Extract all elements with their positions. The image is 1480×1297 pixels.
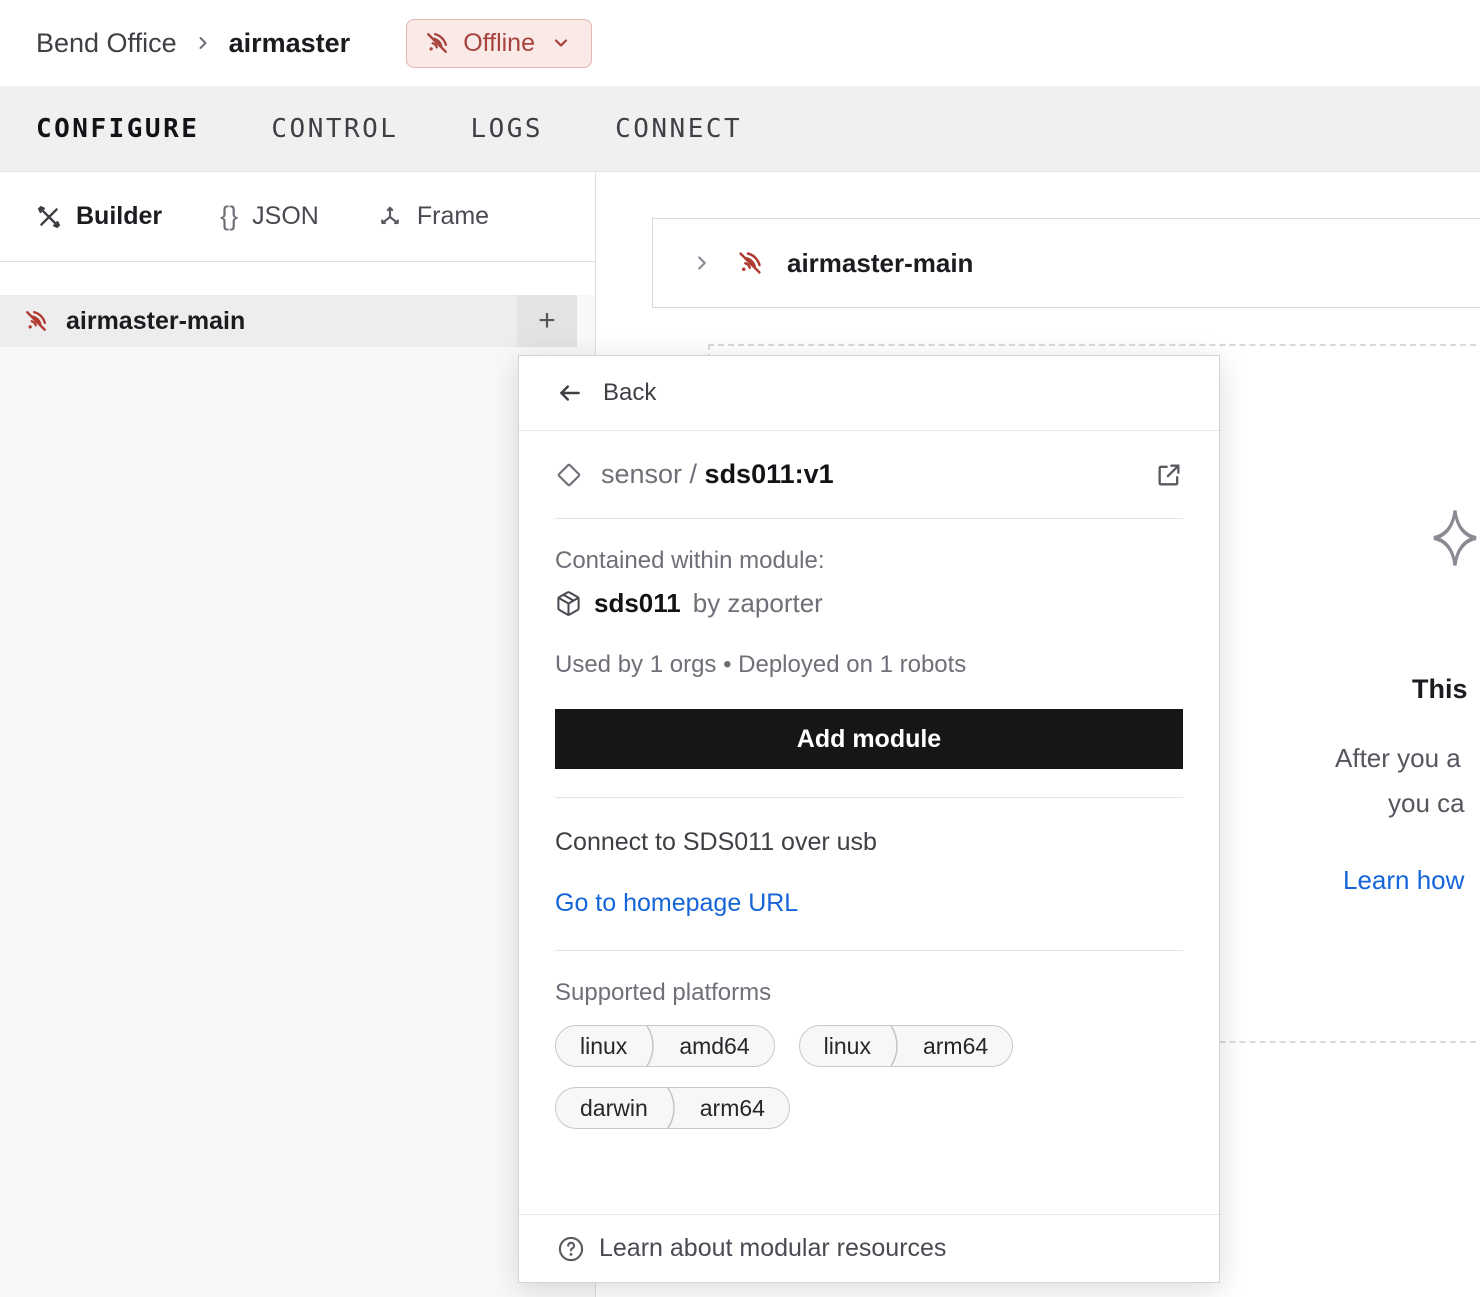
breadcrumb-machine: airmaster <box>229 28 351 59</box>
footer-link-label: Learn about modular resources <box>599 1234 946 1263</box>
top-header: Bend Office airmaster Offline <box>0 0 1480 86</box>
platform-pill: linux arm64 <box>799 1025 1014 1067</box>
chevron-down-icon <box>551 33 571 53</box>
module-title: sensor / sds011:v1 <box>601 459 834 490</box>
app-root: Bend Office airmaster Offline <box>0 0 1480 1297</box>
subtab-frame-label: Frame <box>417 202 489 231</box>
subtab-builder[interactable]: Builder <box>36 202 162 231</box>
external-link-icon[interactable] <box>1155 461 1183 489</box>
module-description: Connect to SDS011 over usb <box>555 828 1183 857</box>
empty-state-text-line2: you ca <box>1388 788 1465 819</box>
platform-arch: arm64 <box>899 1026 1012 1066</box>
wifi-off-icon <box>22 307 50 335</box>
module-byline: sds011 by zaporter <box>555 588 1183 619</box>
resource-row: airmaster-main + <box>0 295 595 347</box>
tab-control[interactable]: CONTROL <box>271 114 398 144</box>
arrow-left-icon <box>557 380 583 406</box>
tab-logs[interactable]: LOGS <box>470 114 543 144</box>
learn-how-link[interactable]: Learn how <box>1343 865 1464 896</box>
module-name: sds011 <box>594 588 681 619</box>
contained-label: Contained within module: <box>555 547 1183 575</box>
machine-status-dropdown[interactable]: Offline <box>406 19 592 68</box>
machine-part-card[interactable]: airmaster-main <box>652 218 1480 308</box>
tab-connect[interactable]: CONNECT <box>615 114 742 144</box>
status-label: Offline <box>463 29 535 58</box>
divider <box>555 797 1183 798</box>
platform-os: linux <box>556 1026 651 1066</box>
wifi-off-icon <box>735 248 765 278</box>
help-circle-icon <box>557 1235 585 1263</box>
module-title-row: sensor / sds011:v1 <box>555 459 1183 490</box>
diamond-icon <box>555 461 583 489</box>
resource-name: airmaster-main <box>66 307 245 336</box>
divider <box>555 518 1183 519</box>
platform-arch: arm64 <box>676 1088 789 1128</box>
chevron-right-icon <box>193 33 213 53</box>
subtab-json[interactable]: {} JSON <box>220 201 319 232</box>
braces-icon: {} <box>220 201 238 232</box>
configure-sidebar: Builder {} JSON Frame <box>0 172 596 1297</box>
configure-subtabs: Builder {} JSON Frame <box>0 172 595 262</box>
learn-modular-resources-link[interactable]: Learn about modular resources <box>519 1214 1219 1282</box>
empty-state-heading: This <box>1412 674 1468 705</box>
machine-tabbar: CONFIGURE CONTROL LOGS CONNECT <box>0 86 1480 172</box>
module-author: by zaporter <box>693 588 823 619</box>
breadcrumb-org[interactable]: Bend Office <box>36 28 177 59</box>
back-button[interactable]: Back <box>519 356 1219 431</box>
empty-state-text-line1: After you a <box>1335 743 1461 774</box>
hammer-wrench-icon <box>36 204 62 230</box>
subtab-builder-label: Builder <box>76 202 162 231</box>
platform-os: darwin <box>556 1088 672 1128</box>
frame-axes-icon <box>377 204 403 230</box>
platform-os: linux <box>800 1026 895 1066</box>
wifi-off-icon <box>423 29 451 57</box>
machine-part-name: airmaster-main <box>787 248 973 279</box>
platform-pill: darwin arm64 <box>555 1087 790 1129</box>
chevron-right-icon[interactable] <box>691 252 713 274</box>
sidebar-gap <box>0 262 595 295</box>
module-detail-popover: Back sensor / sds011:v1 Contained within… <box>518 355 1220 1283</box>
platform-pills: linux amd64 linux arm64 darwin arm64 <box>555 1025 1075 1129</box>
tab-configure[interactable]: CONFIGURE <box>36 114 199 144</box>
usage-stats: Used by 1 orgs • Deployed on 1 robots <box>555 651 1183 679</box>
model-name: sds011:v1 <box>705 459 834 489</box>
add-resource-button[interactable]: + <box>517 295 577 347</box>
add-module-button[interactable]: Add module <box>555 709 1183 769</box>
breadcrumb: Bend Office airmaster <box>36 28 350 59</box>
sparkle-icon <box>1432 508 1478 568</box>
platforms-label: Supported platforms <box>555 979 1183 1007</box>
homepage-url-link[interactable]: Go to homepage URL <box>555 889 1183 918</box>
package-icon <box>555 590 582 617</box>
subtab-json-label: JSON <box>252 202 319 231</box>
platform-pill: linux amd64 <box>555 1025 775 1067</box>
subtab-frame[interactable]: Frame <box>377 202 489 231</box>
back-label: Back <box>603 379 656 407</box>
resource-item-airmaster-main[interactable]: airmaster-main <box>0 295 517 347</box>
model-family: sensor / <box>601 459 705 489</box>
divider <box>555 950 1183 951</box>
platform-arch: amd64 <box>655 1026 773 1066</box>
